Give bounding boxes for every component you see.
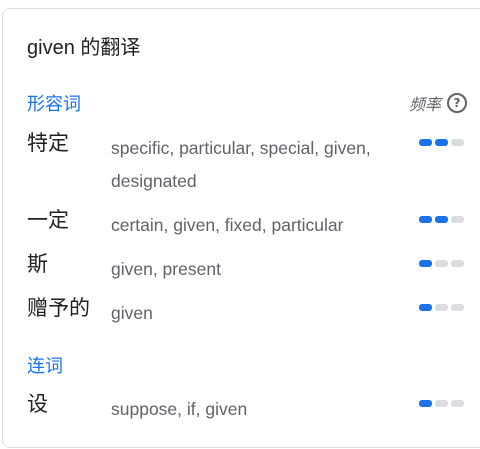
frequency-bar-empty xyxy=(451,139,464,146)
frequency-indicator xyxy=(419,139,464,146)
translation-card: given 的翻译 频率 ? 形容词 特定 specific, particul… xyxy=(2,8,480,448)
frequency-bar-empty xyxy=(451,304,464,311)
frequency-indicator xyxy=(419,260,464,267)
frequency-bar-filled xyxy=(419,304,432,311)
frequency-bar-filled xyxy=(419,260,432,267)
frequency-header: 频率 ? xyxy=(409,91,467,115)
frequency-bar-filled xyxy=(419,400,432,407)
frequency-bar-filled xyxy=(435,216,448,223)
translations: suppose, if, given xyxy=(111,399,248,419)
frequency-indicator xyxy=(419,304,464,311)
term: 设 xyxy=(27,393,48,416)
frequency-bar-filled xyxy=(435,139,448,146)
translations: given xyxy=(111,303,153,323)
help-circle-icon[interactable]: ? xyxy=(447,93,467,113)
frequency-label: 频率 xyxy=(408,97,441,114)
frequency-bar-filled xyxy=(419,216,432,223)
term: 赠予的 xyxy=(27,297,90,320)
frequency-indicator xyxy=(419,216,464,223)
frequency-indicator xyxy=(419,400,464,407)
term: 一定 xyxy=(27,209,69,232)
translations: given, present xyxy=(111,259,221,279)
frequency-bar-empty xyxy=(435,260,448,267)
section-label-conjunction: 连词 xyxy=(27,356,63,376)
term: 斯 xyxy=(27,253,48,276)
term: 特定 xyxy=(27,132,69,155)
frequency-bar-empty xyxy=(451,400,464,407)
frequency-bar-empty xyxy=(451,216,464,223)
frequency-bar-empty xyxy=(451,260,464,267)
frequency-bar-empty xyxy=(435,400,448,407)
translations: specific, particular, special, given, de… xyxy=(111,138,371,191)
section-label-adjective: 形容词 xyxy=(27,94,81,114)
frequency-bar-empty xyxy=(435,304,448,311)
frequency-bar-filled xyxy=(419,139,432,146)
card-title: given 的翻译 xyxy=(27,37,141,59)
translations: certain, given, fixed, particular xyxy=(111,215,344,235)
